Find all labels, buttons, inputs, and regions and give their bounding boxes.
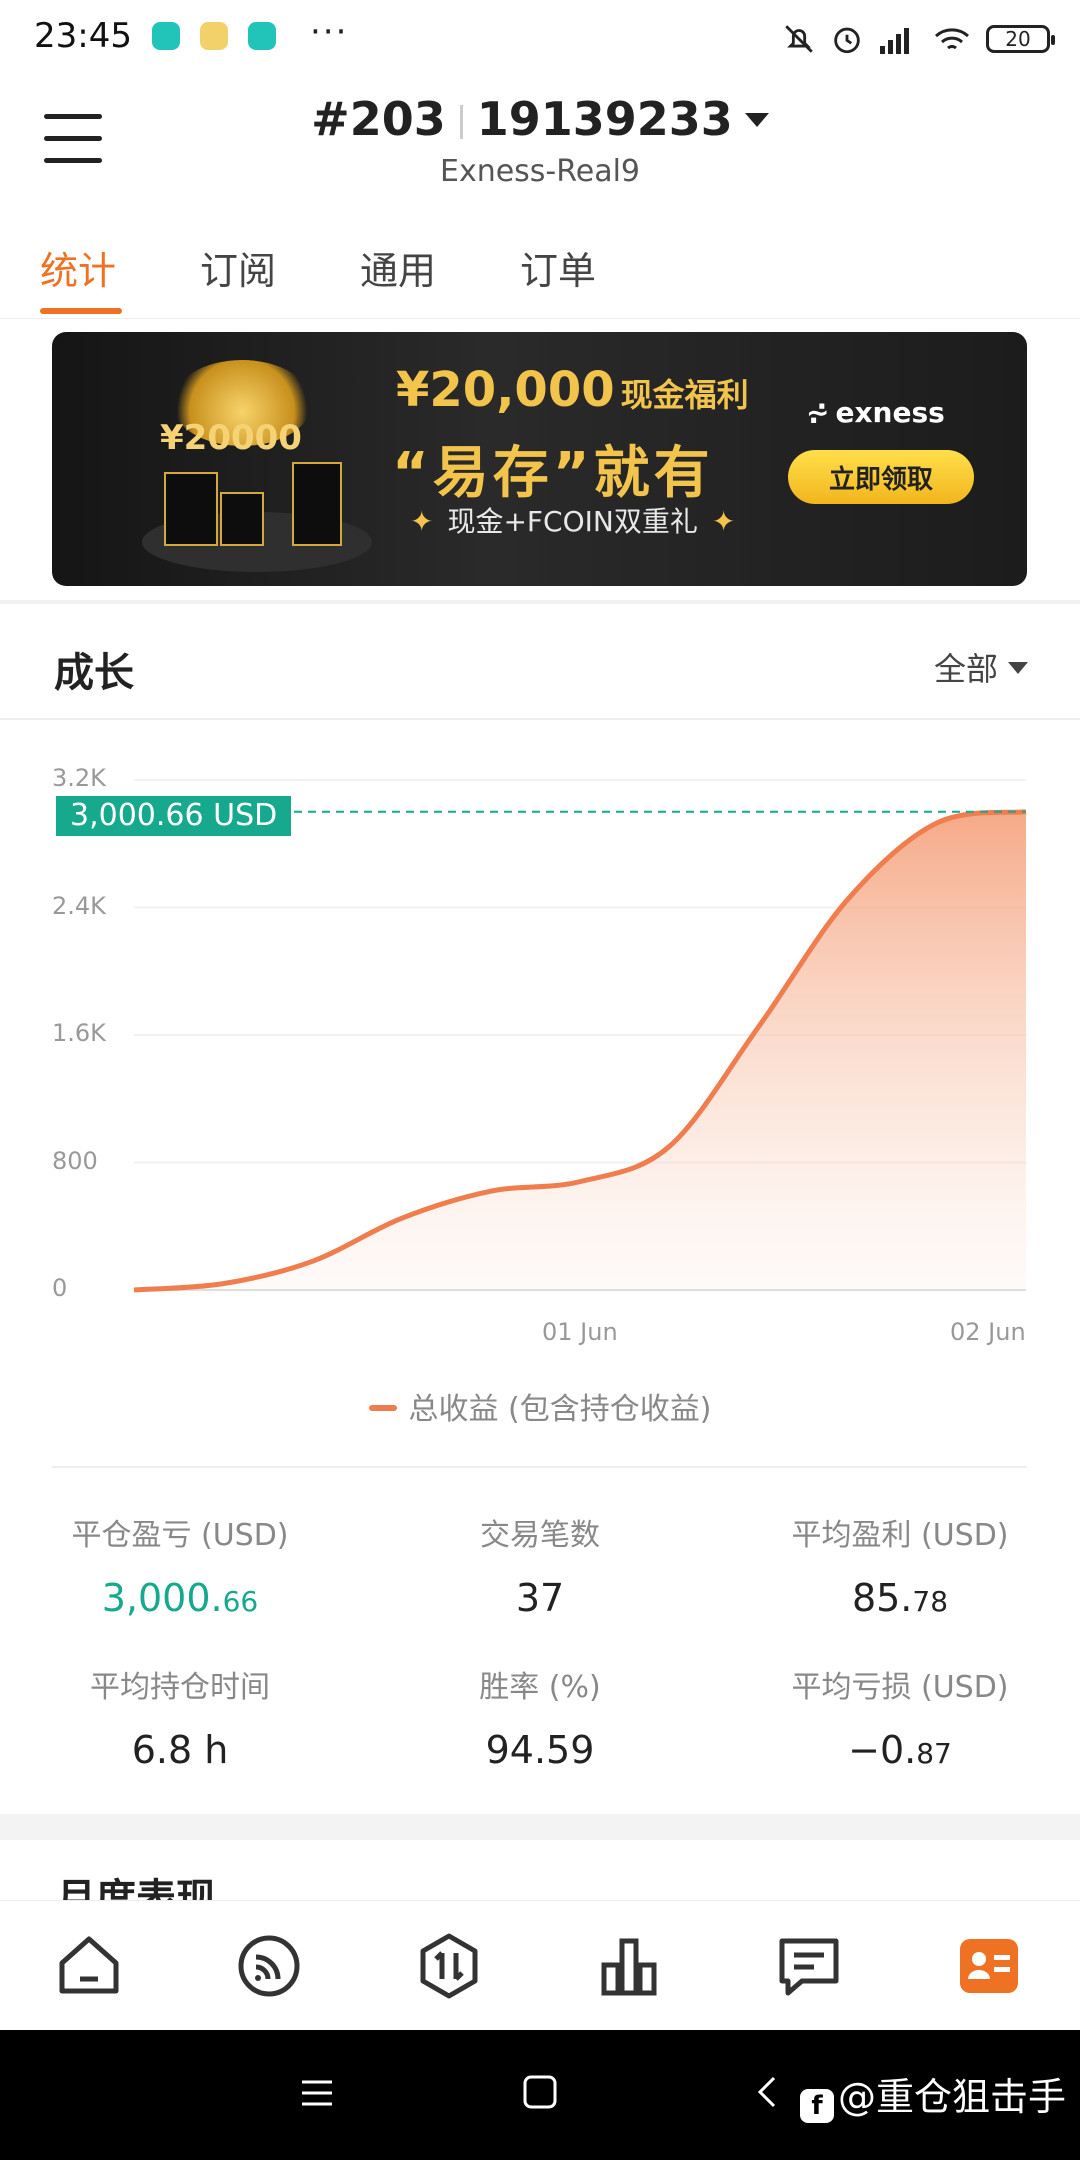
exness-logo-icon: ⩫ bbox=[806, 396, 830, 429]
profile-icon[interactable] bbox=[954, 1931, 1024, 2001]
stat-label: 平均持仓时间 bbox=[90, 1670, 270, 1705]
stat-value: 94.59 bbox=[485, 1728, 595, 1772]
alarm-icon bbox=[834, 27, 860, 54]
mute-icon bbox=[785, 25, 813, 53]
value-dec: 87 bbox=[916, 1737, 952, 1770]
stat-trades: 交易笔数 37 bbox=[360, 1510, 720, 1620]
section-divider bbox=[0, 600, 1080, 604]
tab-bar: 统计 订阅 通用 订单 bbox=[0, 222, 1080, 319]
stat-value: 37 bbox=[515, 1576, 565, 1620]
social-logo-icon: f bbox=[799, 2089, 834, 2123]
brand-name: exness bbox=[835, 396, 945, 429]
value-int: −0. bbox=[848, 1728, 917, 1772]
growth-title: 成长 bbox=[54, 650, 134, 696]
gift-box-icon bbox=[292, 462, 342, 546]
home-icon[interactable] bbox=[54, 1931, 124, 2001]
banner-slogan: “易存”就有 bbox=[392, 441, 714, 506]
growth-section-header: 成长 全部 bbox=[0, 606, 1080, 720]
x-tick-label: 01 Jun bbox=[542, 1318, 618, 1346]
tab-general[interactable]: 通用 bbox=[360, 240, 436, 295]
app-notification-icon bbox=[248, 22, 276, 50]
stat-closed-pnl: 平仓盈亏 (USD) 3,000.66 bbox=[0, 1510, 360, 1620]
y-tick-label: 2.4K bbox=[52, 891, 106, 920]
wifi-icon bbox=[935, 28, 969, 50]
y-tick-label: 3.2K bbox=[52, 764, 106, 792]
stat-value: 85.78 bbox=[720, 1576, 1080, 1620]
stat-value: 6.8 h bbox=[131, 1728, 229, 1772]
x-tick-label: 02 Jun bbox=[950, 1318, 1026, 1346]
status-bar: 23:45 ··· 20 bbox=[0, 0, 1080, 78]
feed-icon[interactable] bbox=[234, 1931, 304, 2001]
value-int: 3,000. bbox=[101, 1576, 223, 1620]
gift-box-icon bbox=[164, 472, 218, 546]
section-gap bbox=[0, 1814, 1080, 1840]
sparkle-icon: ✦ bbox=[410, 505, 434, 538]
growth-chart: 0 800 1.6K 2.4K 3.2K 01 Jun 02 Jun 3,000.66 U… bbox=[0, 740, 1080, 1346]
y-tick-label: 800 bbox=[52, 1146, 98, 1175]
signal-icon bbox=[880, 28, 909, 54]
battery-icon: 20 bbox=[986, 25, 1055, 53]
account-number: #203 bbox=[311, 92, 446, 146]
stat-avg-profit: 平均盈利 (USD) 85.78 bbox=[720, 1510, 1080, 1620]
chat-notification-icon bbox=[200, 22, 228, 50]
series-area bbox=[134, 811, 1026, 1290]
claim-button[interactable]: 立即领取 bbox=[788, 450, 974, 504]
y-tick-label: 1.6K bbox=[52, 1019, 106, 1047]
stat-label: 交易笔数 bbox=[480, 1518, 600, 1553]
value-dec: 78 bbox=[912, 1585, 949, 1618]
chart-legend: 总收益 (包含持仓收益) bbox=[0, 1384, 1080, 1428]
active-tab-indicator bbox=[40, 308, 122, 314]
account-id: 19139233 bbox=[476, 92, 733, 146]
banner-subline: 现金+FCOIN双重礼 bbox=[447, 505, 698, 538]
watermark-text: @重仓狙击手 bbox=[837, 2075, 1066, 2119]
legend-swatch bbox=[368, 1405, 397, 1411]
watermark: f @重仓狙击手 bbox=[799, 2066, 1066, 2123]
gift-box-icon bbox=[220, 492, 264, 546]
status-time: 23:45 bbox=[34, 16, 132, 56]
chevron-down-icon bbox=[1008, 662, 1028, 674]
current-value-badge: 3,000.66 USD bbox=[56, 796, 292, 836]
sparkle-icon: ✦ bbox=[711, 505, 736, 538]
y-tick-label: 0 bbox=[52, 1274, 68, 1302]
app-notification-icon bbox=[152, 22, 180, 50]
messages-icon[interactable] bbox=[774, 1931, 844, 2001]
banner-amount: ¥20,000 bbox=[396, 362, 615, 418]
stat-avg-loss: 平均亏损 (USD) −0.87 bbox=[720, 1662, 1080, 1772]
promo-banner[interactable]: ¥20000 ¥20,000 现金福利 “易存”就有 ✦ 现金+FCOIN双重礼 ✦ … bbox=[52, 332, 1027, 586]
banner-amount-suffix: 现金福利 bbox=[620, 376, 749, 414]
recents-icon[interactable] bbox=[300, 2076, 334, 2110]
tab-orders[interactable]: 订单 bbox=[520, 240, 596, 295]
value-dec: 66 bbox=[222, 1585, 259, 1618]
stat-value: 3,000.66 bbox=[0, 1576, 360, 1620]
stat-label: 平均亏损 (USD) bbox=[791, 1670, 1009, 1705]
back-icon[interactable] bbox=[754, 2074, 780, 2110]
trade-icon[interactable] bbox=[414, 1931, 484, 2001]
chart-icon[interactable] bbox=[594, 1931, 664, 2001]
battery-level: 20 bbox=[1005, 27, 1031, 51]
tab-subscribe[interactable]: 订阅 bbox=[200, 240, 276, 295]
chevron-down-icon bbox=[744, 113, 769, 127]
gift-amount: ¥20000 bbox=[160, 418, 302, 458]
account-selector[interactable]: #203 19139233 bbox=[0, 92, 1080, 146]
server-name: Exness-Real9 bbox=[439, 154, 641, 189]
stat-avg-hold: 平均持仓时间 6.8 h bbox=[0, 1662, 360, 1772]
app-header: #203 19139233 Exness-Real9 bbox=[0, 78, 1080, 202]
stat-label: 平仓盈亏 (USD) bbox=[71, 1518, 289, 1553]
system-nav-bar: f @重仓狙击手 bbox=[0, 2030, 1080, 2160]
stat-win-rate: 胜率 (%) 94.59 bbox=[360, 1662, 720, 1772]
bottom-nav bbox=[0, 1900, 1080, 2031]
home-nav-icon[interactable] bbox=[522, 2074, 558, 2110]
stats-divider bbox=[52, 1466, 1027, 1468]
stat-label: 胜率 (%) bbox=[479, 1670, 601, 1705]
tab-statistics[interactable]: 统计 bbox=[40, 240, 116, 295]
range-selector[interactable]: 全部 bbox=[934, 644, 1028, 690]
legend-label: 总收益 (包含持仓收益) bbox=[408, 1392, 712, 1427]
range-label: 全部 bbox=[933, 650, 998, 688]
value-int: 85. bbox=[851, 1576, 913, 1620]
more-notifications-icon: ··· bbox=[310, 12, 349, 52]
stat-value: −0.87 bbox=[720, 1728, 1080, 1772]
stat-label: 平均盈利 (USD) bbox=[791, 1518, 1009, 1553]
